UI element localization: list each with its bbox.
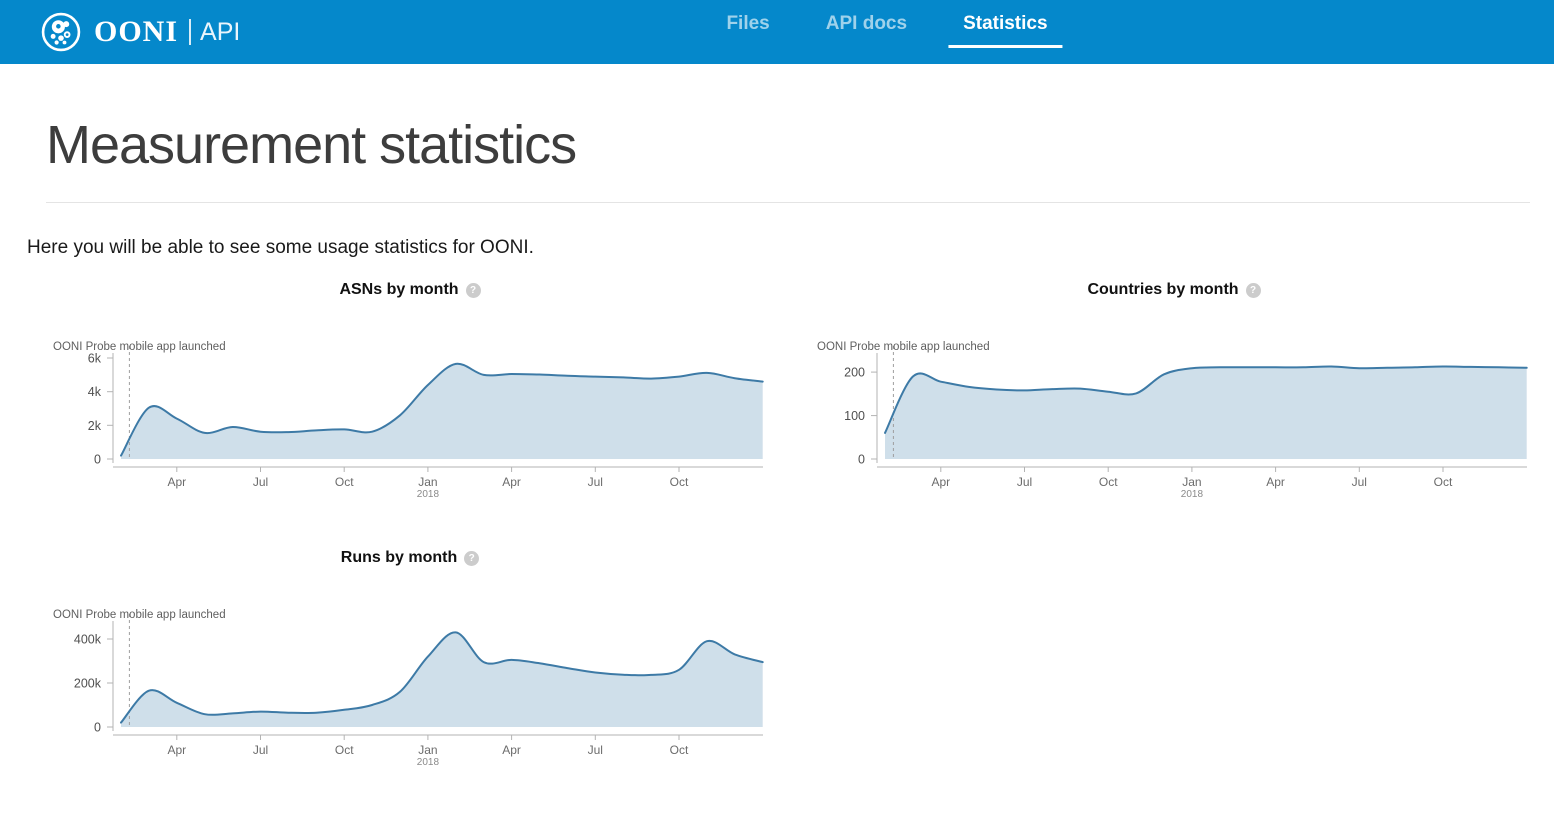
chart-title-text: Runs by month (341, 549, 457, 566)
help-icon[interactable]: ? (466, 283, 481, 298)
x-tick-label: Jul (1352, 475, 1367, 489)
y-tick-label: 4k (88, 385, 102, 399)
x-tick-label: Oct (670, 743, 689, 757)
runs-chart-block: Runs by month? 0 200k 400k Apr Jul Oct Jan2018… (30, 549, 790, 775)
x-tick-label: Apr (502, 743, 521, 757)
y-tick-label: 0 (94, 453, 101, 467)
x-tick-label: Oct (670, 475, 689, 489)
x-tick-label: Jul (588, 743, 603, 757)
brand-divider (189, 19, 191, 45)
x-tick-label: Oct (335, 475, 354, 489)
chart-annotation: OONI Probe mobile app launched (53, 609, 226, 621)
help-icon[interactable]: ? (1246, 283, 1261, 298)
x-tick-year-label: 2018 (417, 757, 440, 768)
x-tick-label: Jan (1182, 475, 1201, 489)
x-tick-label: Jan (418, 475, 437, 489)
intro-text: Here you will be able to see some usage … (27, 237, 1554, 259)
title-divider (46, 202, 1530, 203)
y-tick-label: 0 (94, 721, 101, 735)
y-tick-label: 400k (74, 633, 102, 647)
x-tick-label: Apr (1266, 475, 1285, 489)
ooni-logo-icon (40, 11, 82, 53)
brand-home-link[interactable]: OONI API (40, 11, 240, 53)
countries-chart[interactable]: 0 100 200 Apr Jul Oct Jan2018 Apr Jul Oct OONI Pro… (794, 337, 1554, 507)
charts-grid: ASNs by month? 02k4k6kAprJulOctJan2018Ap… (0, 281, 1554, 817)
brand-product: API (200, 18, 240, 47)
runs-chart[interactable]: 0 200k 400k Apr Jul Oct Jan2018 Apr Jul Oct OONI P… (30, 605, 790, 775)
x-tick-label: Jul (1017, 475, 1032, 489)
main-nav: Files API docs Statistics (711, 13, 1062, 48)
page-title: Measurement statistics (46, 114, 1554, 176)
chart-annotation: OONI Probe mobile app launched (53, 341, 226, 353)
y-tick-label: 200k (74, 677, 102, 691)
x-tick-label: Jul (253, 743, 268, 757)
y-tick-label: 100 (844, 409, 865, 423)
page-content: Measurement statistics Here you will be … (0, 114, 1554, 817)
app-header: OONI API Files API docs Statistics (0, 0, 1554, 64)
chart-area (885, 367, 1527, 460)
chart-annotation: OONI Probe mobile app launched (817, 341, 990, 353)
nav-files[interactable]: Files (711, 13, 784, 48)
asns-chart-block: ASNs by month? 0 2k 4k 6k Apr Jul Oct Jan2018 Ap… (30, 281, 790, 507)
chart-title-text: ASNs by month (339, 281, 458, 298)
x-tick-label: Apr (931, 475, 950, 489)
x-tick-label: Apr (167, 475, 186, 489)
y-tick-label: 6k (88, 352, 102, 366)
nav-api-docs[interactable]: API docs (811, 13, 922, 48)
asns-chart[interactable]: 0 2k 4k 6k Apr Jul Oct Jan2018 Apr Jul Oct OONI Pro… (30, 337, 790, 507)
x-tick-label: Jul (253, 475, 268, 489)
y-tick-label: 0 (858, 453, 865, 467)
empty-grid-cell (794, 549, 1554, 817)
x-tick-label: Apr (167, 743, 186, 757)
y-tick-label: 200 (844, 366, 865, 380)
brand-name: OONI (94, 15, 178, 49)
x-tick-year-label: 2018 (1181, 489, 1204, 500)
asns-chart-title: ASNs by month? (30, 281, 790, 299)
x-tick-label: Oct (1099, 475, 1118, 489)
countries-chart-block: Countries by month? 0 100 200 Apr Jul Oct Jan2… (794, 281, 1554, 507)
chart-title-text: Countries by month (1087, 281, 1238, 298)
y-tick-label: 2k (88, 419, 102, 433)
nav-statistics[interactable]: Statistics (948, 13, 1062, 48)
x-tick-year-label: 2018 (417, 489, 440, 500)
x-tick-label: Jan (418, 743, 437, 757)
countries-chart-title: Countries by month? (794, 281, 1554, 299)
x-tick-label: Oct (1434, 475, 1453, 489)
x-tick-label: Apr (502, 475, 521, 489)
x-tick-label: Jul (588, 475, 603, 489)
help-icon[interactable]: ? (464, 551, 479, 566)
chart-area (121, 632, 763, 727)
runs-chart-title: Runs by month? (30, 549, 790, 567)
x-tick-label: Oct (335, 743, 354, 757)
